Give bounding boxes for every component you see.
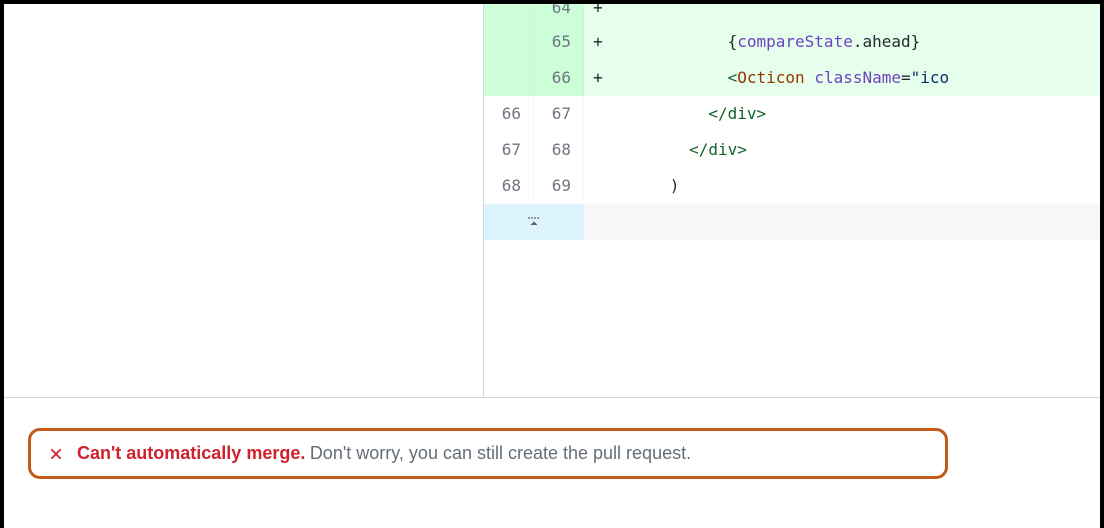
- code-content: <Octicon className="ico: [612, 60, 1100, 96]
- line-number-new: 65: [534, 24, 584, 60]
- diff-marker: +: [584, 4, 612, 24]
- diff-marker: +: [584, 24, 612, 60]
- diff-line[interactable]: 6667 </div>: [484, 96, 1100, 132]
- diff-marker: [584, 168, 612, 204]
- code-content: ): [612, 168, 1100, 204]
- line-number-new: 69: [534, 168, 584, 204]
- line-number-old: [484, 60, 534, 96]
- line-number-old: 66: [484, 96, 534, 132]
- diff-line[interactable]: 66+ <Octicon className="ico: [484, 60, 1100, 96]
- diff-line[interactable]: 6869 ): [484, 168, 1100, 204]
- diff-marker: [584, 132, 612, 168]
- diff-marker: [584, 96, 612, 132]
- line-number-new: 68: [534, 132, 584, 168]
- line-number-new: 67: [534, 96, 584, 132]
- merge-status-subtitle: Don't worry, you can still create the pu…: [310, 443, 691, 463]
- expand-hunk-button[interactable]: [484, 204, 1100, 240]
- code-content: </div>: [612, 96, 1100, 132]
- line-number-new: 64: [534, 4, 584, 24]
- diff-line[interactable]: 65+ {compareState.ahead}: [484, 24, 1100, 60]
- line-number-old: [484, 4, 534, 24]
- diff-line[interactable]: 6768 </div>: [484, 132, 1100, 168]
- line-number-old: [484, 24, 534, 60]
- close-icon: [47, 445, 65, 463]
- diff-panel: 64+65+ {compareState.ahead}66+ <Octicon …: [484, 4, 1100, 397]
- unfold-icon: [526, 214, 542, 230]
- left-panel: [4, 4, 484, 397]
- code-content: [612, 4, 1100, 24]
- code-content: </div>: [612, 132, 1100, 168]
- diff-marker: +: [584, 60, 612, 96]
- code-content: {compareState.ahead}: [612, 24, 1100, 60]
- line-number-old: 68: [484, 168, 534, 204]
- line-number-old: 67: [484, 132, 534, 168]
- merge-status-title: Can't automatically merge.: [77, 443, 305, 463]
- line-number-new: 66: [534, 60, 584, 96]
- diff-line[interactable]: 64+: [484, 4, 1100, 24]
- merge-status-banner: Can't automatically merge. Don't worry, …: [28, 428, 948, 479]
